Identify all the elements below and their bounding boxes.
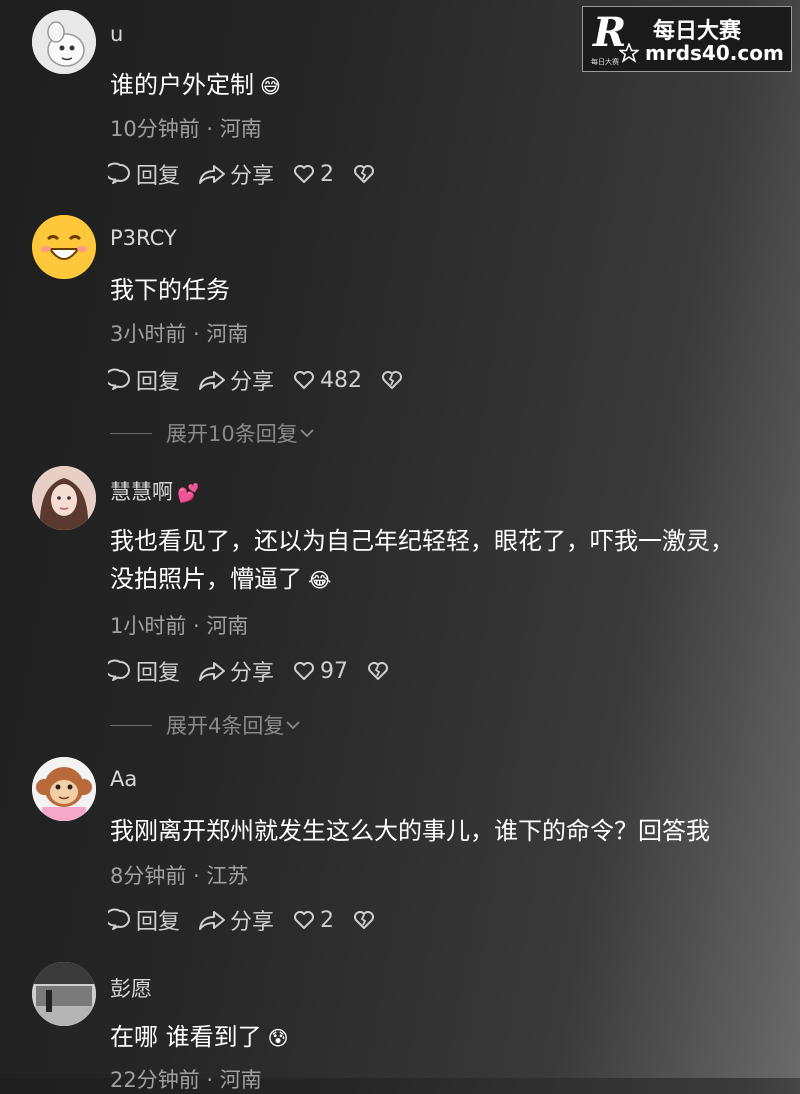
avatar[interactable] xyxy=(32,757,96,821)
heart-icon xyxy=(294,165,315,183)
broken-heart-icon xyxy=(354,165,375,183)
like-button[interactable]: 2 xyxy=(292,908,334,933)
brand-logo: R 每日大赛 xyxy=(591,9,643,66)
reply-button[interactable]: 回复 xyxy=(108,364,180,396)
tears-of-joy-emoji: 😂 xyxy=(308,568,332,592)
reply-button[interactable]: 回复 xyxy=(108,158,180,190)
like-count: 2 xyxy=(320,907,335,933)
avatar[interactable] xyxy=(32,215,96,279)
share-arrow-icon xyxy=(199,911,226,930)
grin-sweat-emoji: 😅 xyxy=(260,74,281,98)
comment-time-location: 10分钟前 · 河南 xyxy=(110,117,262,141)
share-arrow-icon xyxy=(199,371,226,390)
comment-time-location: 3小时前 · 河南 xyxy=(110,322,249,346)
like-count: 2 xyxy=(320,161,335,187)
avatar[interactable] xyxy=(32,466,96,530)
dislike-button[interactable] xyxy=(352,162,380,186)
comment-actions: 回复 分享 2 xyxy=(108,904,398,936)
chevron-down-icon xyxy=(286,721,301,730)
like-button[interactable]: 2 xyxy=(292,162,334,187)
divider xyxy=(110,724,152,726)
two-hearts-emoji: 💕 xyxy=(177,483,200,504)
comment-actions: 回复 分享 2 xyxy=(108,158,398,190)
comment-time-location: 8分钟前 · 江苏 xyxy=(110,864,249,888)
share-button[interactable]: 分享 xyxy=(198,904,274,936)
comment-actions: 回复 分享 482 xyxy=(108,364,426,396)
reply-bubble-icon xyxy=(108,908,130,930)
comment-text: 谁的户外定制 😅 xyxy=(110,71,281,99)
comment-actions: 回复 分享 97 xyxy=(108,655,412,687)
comment-time-location: 22分钟前 · 河南 xyxy=(110,1068,262,1092)
broken-heart-icon xyxy=(368,662,389,680)
share-button[interactable]: 分享 xyxy=(198,364,274,396)
broken-heart-icon xyxy=(382,371,403,389)
reply-button[interactable]: 回复 xyxy=(108,904,180,936)
comment-username[interactable]: u xyxy=(110,22,123,46)
comment-text: 我也看见了，还以为自己年纪轻轻，眼花了，吓我一激灵， 没拍照片，懵逼了 😂 xyxy=(110,527,734,593)
share-button[interactable]: 分享 xyxy=(198,158,274,190)
profile-photo-icon xyxy=(32,466,96,530)
expand-replies-button[interactable]: 展开10条回复 xyxy=(110,418,316,448)
share-button[interactable]: 分享 xyxy=(198,655,274,687)
monkey-face-icon xyxy=(32,757,96,821)
comment-username[interactable]: Aa xyxy=(110,767,137,791)
chevron-down-icon xyxy=(300,429,314,438)
anxious-face-emoji: 😰 xyxy=(267,1026,289,1050)
dislike-button[interactable] xyxy=(352,908,380,932)
comment-username[interactable]: P3RCY xyxy=(110,226,177,250)
dislike-button[interactable] xyxy=(366,659,394,683)
comment-username[interactable]: 彭愿 xyxy=(110,973,152,1003)
reply-bubble-icon xyxy=(108,659,130,681)
comment-text: 在哪 谁看到了 😰 xyxy=(110,1023,289,1051)
reply-bubble-icon xyxy=(108,368,130,390)
reply-button[interactable]: 回复 xyxy=(108,655,180,687)
heart-icon xyxy=(294,371,315,389)
profile-photo-icon xyxy=(32,962,96,1026)
like-button[interactable]: 482 xyxy=(292,368,362,393)
like-count: 97 xyxy=(320,658,349,684)
laughing-face-icon xyxy=(32,215,96,279)
watermark-url: mrds40.com xyxy=(645,41,784,65)
heart-icon xyxy=(294,911,315,929)
dislike-button[interactable] xyxy=(380,368,408,392)
reply-bubble-icon xyxy=(108,162,130,184)
avatar[interactable] xyxy=(32,10,96,74)
avatar-cartoon-icon xyxy=(32,10,96,74)
watermark-banner: R 每日大赛 每日大赛 mrds40.com xyxy=(582,6,792,72)
broken-heart-icon xyxy=(354,911,375,929)
comment-text: 我下的任务 xyxy=(110,276,230,304)
expand-replies-button[interactable]: 展开4条回复 xyxy=(110,710,302,740)
comment-text: 我刚离开郑州就发生这么大的事儿，谁下的命令？回答我 xyxy=(110,817,710,845)
star-icon xyxy=(619,43,639,63)
divider xyxy=(110,432,152,434)
avatar[interactable] xyxy=(32,962,96,1026)
comment-time-location: 1小时前 · 河南 xyxy=(110,614,249,638)
like-button[interactable]: 97 xyxy=(292,659,348,684)
comment-username[interactable]: 慧慧啊 💕 xyxy=(110,476,199,506)
like-count: 482 xyxy=(320,367,363,393)
heart-icon xyxy=(294,662,315,680)
share-arrow-icon xyxy=(199,165,226,184)
share-arrow-icon xyxy=(199,662,226,681)
